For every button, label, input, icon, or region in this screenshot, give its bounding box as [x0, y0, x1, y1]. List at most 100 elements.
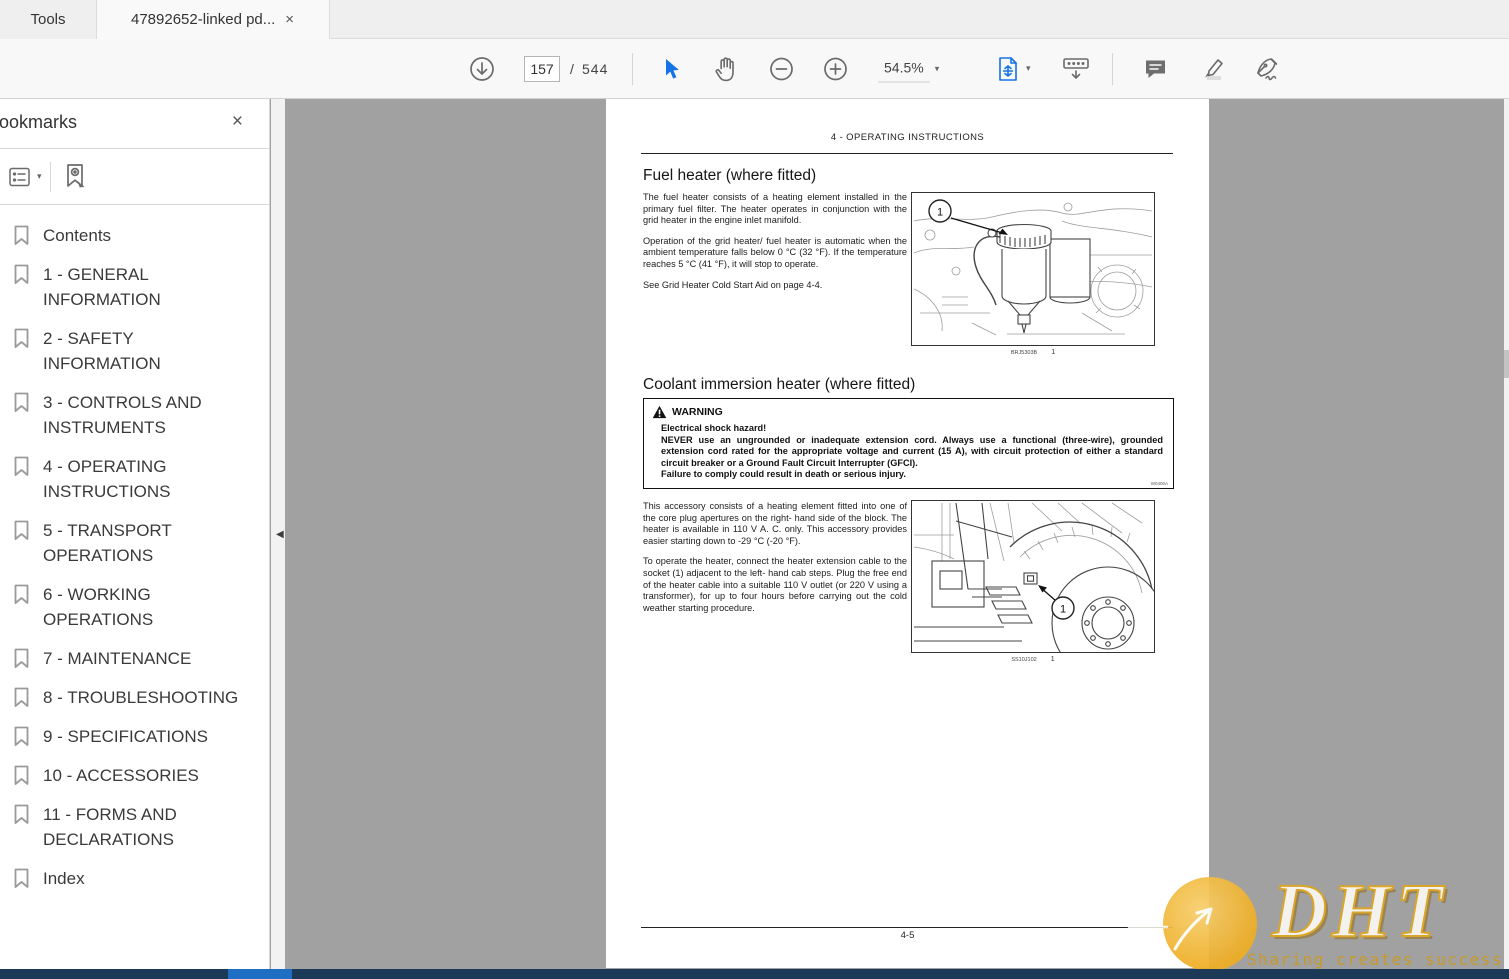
figure2-number: 1: [1050, 656, 1055, 663]
page-number-label: 4-5: [900, 930, 915, 941]
comment-icon: [1142, 55, 1169, 82]
fuel-heater-text-column: The fuel heater consists of a heating el…: [643, 192, 907, 291]
bookmarks-toolbar-divider: [49, 161, 51, 192]
hand-tool-button[interactable]: [713, 55, 739, 83]
figure1-caption: BRJ5303B 1: [911, 349, 1155, 356]
scrollbar-thumb[interactable]: [1504, 350, 1509, 378]
page-number-input[interactable]: [524, 55, 560, 82]
bookmark-item-transport-operations[interactable]: 5 - TRANSPORT OPERATIONS: [12, 518, 269, 568]
bookmark-item-controls-and-instruments[interactable]: 3 - CONTROLS AND INSTRUMENTS: [12, 390, 269, 440]
figure1-code: BRJ5303B: [1010, 350, 1038, 356]
figure2-code: SS10J102: [1011, 657, 1037, 663]
page-total: 544: [582, 60, 609, 77]
bookmark-item-accessories[interactable]: 10 - ACCESSORIES: [12, 763, 269, 788]
warning-title: WARNING: [672, 406, 723, 418]
tab-close-icon[interactable]: ×: [285, 12, 294, 27]
figure2-callout: 1: [1060, 604, 1066, 616]
bookmark-item-specifications[interactable]: 9 - SPECIFICATIONS: [12, 724, 269, 749]
bookmarks-list: Contents 1 - GENERAL INFORMATION 2 - SAF…: [0, 205, 269, 905]
page-divider: /: [570, 60, 575, 77]
paragraph: Operation of the grid heater/ fuel heate…: [643, 235, 907, 269]
warning-line: Failure to comply could result in death …: [661, 469, 906, 480]
comment-tool-button[interactable]: [1142, 55, 1169, 82]
chevron-down-icon: ▾: [37, 171, 42, 181]
footer-rule: [641, 927, 1173, 928]
toolbar-collapse-button[interactable]: [1061, 55, 1091, 83]
bookmark-item-contents[interactable]: Contents: [12, 223, 269, 248]
highlighter-icon: [1198, 55, 1226, 83]
paragraph: The fuel heater consists of a heating el…: [643, 192, 907, 226]
tab-bar: Tools 47892652-linked pd... ×: [0, 0, 1509, 39]
page-header: 4 - OPERATING INSTRUCTIONS: [830, 132, 985, 143]
paragraph: See Grid Heater Cold Start Aid on page 4…: [643, 279, 823, 290]
bookmark-item-safety-information[interactable]: 2 - SAFETY INFORMATION: [12, 326, 269, 376]
taskbar-accent-segment: [228, 969, 292, 979]
bookmark-item-operating-instructions[interactable]: 4 - OPERATING INSTRUCTIONS: [12, 454, 269, 504]
bookmark-item-general-information[interactable]: 1 - GENERAL INFORMATION: [12, 262, 269, 312]
zoom-out-button[interactable]: [768, 55, 795, 82]
main-toolbar: / 544 54.5% ▾: [0, 39, 1509, 99]
watermark-logo-circle: [1127, 877, 1257, 971]
tab-document-label: 47892652-linked pd...: [131, 10, 276, 28]
highlight-tool-button[interactable]: [1198, 55, 1226, 83]
bookmarks-panel-title: Bookmarks: [0, 112, 78, 132]
goto-current-bookmark-button[interactable]: [61, 162, 89, 192]
zoom-level-value: 54.5%: [878, 55, 930, 82]
dock-toolbar-icon: [1061, 55, 1091, 83]
chevron-down-icon: ▾: [1026, 63, 1031, 73]
warning-box: WARNING Electrical shock hazard! NEVER u…: [643, 398, 1174, 489]
warning-code: W0400A: [1150, 481, 1168, 486]
plus-circle-icon: [822, 55, 849, 82]
cursor-arrow-icon: [659, 56, 682, 82]
vertical-scrollbar[interactable]: [1504, 99, 1509, 969]
header-rule: [641, 153, 1173, 154]
warning-triangle-icon: [652, 405, 667, 419]
figure-fuel-filter: 1: [911, 192, 1155, 346]
tab-tools[interactable]: Tools: [0, 0, 97, 39]
bottom-taskbar: [0, 969, 1509, 979]
toolbar-divider: [632, 53, 633, 85]
toolbar-divider: [1112, 53, 1113, 85]
figure1-number: 1: [1051, 349, 1056, 356]
tab-tools-label: Tools: [30, 11, 66, 28]
warning-body: Electrical shock hazard! NEVER use an un…: [644, 419, 1173, 481]
signature-pen-icon: [1252, 55, 1282, 83]
bookmark-item-working-operations[interactable]: 6 - WORKING OPERATIONS: [12, 582, 269, 632]
watermark-title: DHT: [1271, 868, 1448, 954]
download-icon: [468, 55, 496, 83]
paragraph: This accessory consists of a heating ele…: [643, 501, 907, 546]
bookmarks-toolbar: ▾: [0, 149, 269, 205]
watermark-tagline: Sharing creates success: [1247, 950, 1504, 969]
bookmark-item-forms-and-declarations[interactable]: 11 - FORMS AND DECLARATIONS: [12, 802, 269, 852]
fill-sign-tool-button[interactable]: [1252, 55, 1282, 83]
bookmarks-panel-header: Bookmarks ×: [0, 99, 269, 149]
paragraph: To operate the heater, connect the heate…: [643, 556, 907, 613]
zoom-level-dropdown[interactable]: 54.5% ▾: [878, 55, 939, 82]
pdf-page: 4 - OPERATING INSTRUCTIONS Fuel heater (…: [606, 99, 1209, 968]
bookmark-options-button[interactable]: ▾: [8, 166, 42, 188]
hand-icon: [713, 55, 739, 83]
warning-line: Electrical shock hazard!: [661, 423, 767, 433]
bookmark-item-maintenance[interactable]: 7 - MAINTENANCE: [12, 646, 269, 671]
section-title-fuel-heater: Fuel heater (where fitted): [643, 167, 817, 184]
figure-tractor-socket: 1: [911, 500, 1155, 653]
fit-page-icon: [995, 55, 1021, 83]
save-download-button[interactable]: [468, 55, 496, 83]
zoom-in-button[interactable]: [822, 55, 849, 82]
bookmarks-panel: Bookmarks × ▾ Contents: [0, 99, 270, 969]
close-icon[interactable]: ×: [232, 111, 243, 133]
tab-document[interactable]: 47892652-linked pd... ×: [97, 0, 330, 39]
minus-circle-icon: [768, 55, 795, 82]
select-tool-button[interactable]: [659, 56, 682, 82]
section-title-coolant-heater: Coolant immersion heater (where fitted): [643, 376, 916, 393]
bookmark-item-index[interactable]: Index: [12, 866, 269, 891]
chevron-down-icon: ▾: [934, 63, 940, 73]
bookmark-item-troubleshooting[interactable]: 8 - TROUBLESHOOTING: [12, 685, 269, 710]
warning-line: NEVER use an ungrounded or inadequate ex…: [661, 434, 1163, 468]
coolant-heater-text-column: This accessory consists of a heating ele…: [643, 501, 907, 614]
fit-page-button[interactable]: ▾: [995, 55, 1031, 83]
figure2-caption: SS10J102 1: [911, 656, 1155, 663]
figure1-callout: 1: [937, 207, 943, 219]
panel-collapse-icon[interactable]: ◀: [276, 529, 284, 540]
warning-header: WARNING: [644, 399, 1173, 419]
